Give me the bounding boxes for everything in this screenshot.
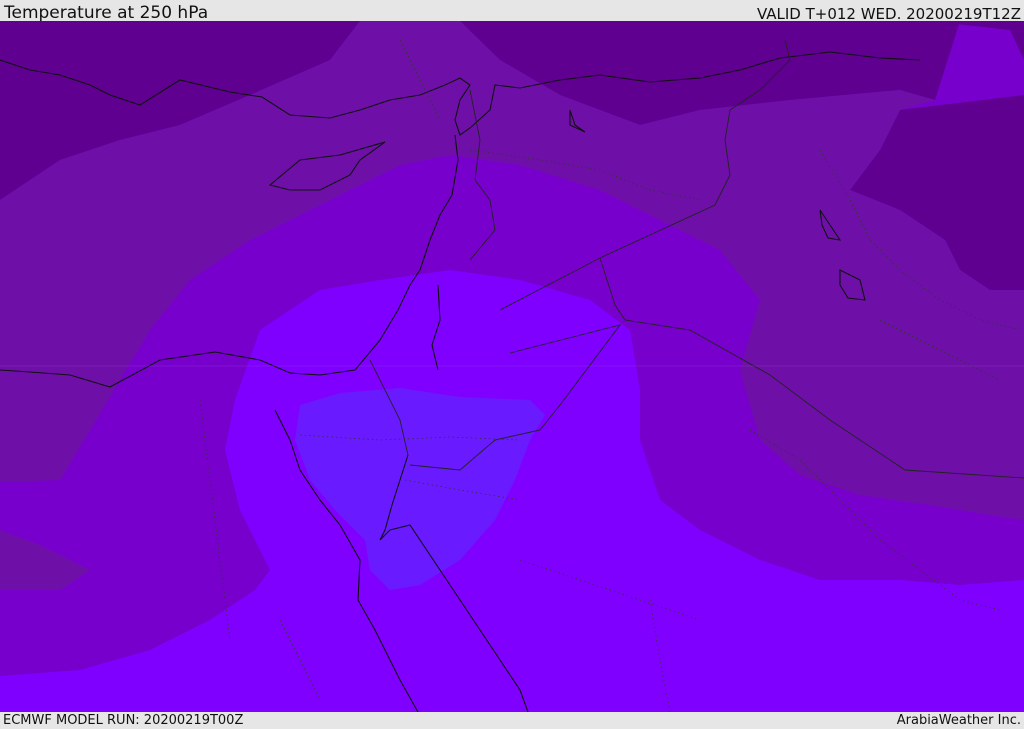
map-canvas bbox=[0, 21, 1024, 712]
credit-label: ArabiaWeather Inc. bbox=[896, 713, 1021, 728]
model-run-label: ECMWF MODEL RUN: 20200219T00Z bbox=[3, 713, 244, 728]
map-title: Temperature at 250 hPa bbox=[4, 3, 209, 23]
temperature-map[interactable] bbox=[0, 21, 1024, 712]
